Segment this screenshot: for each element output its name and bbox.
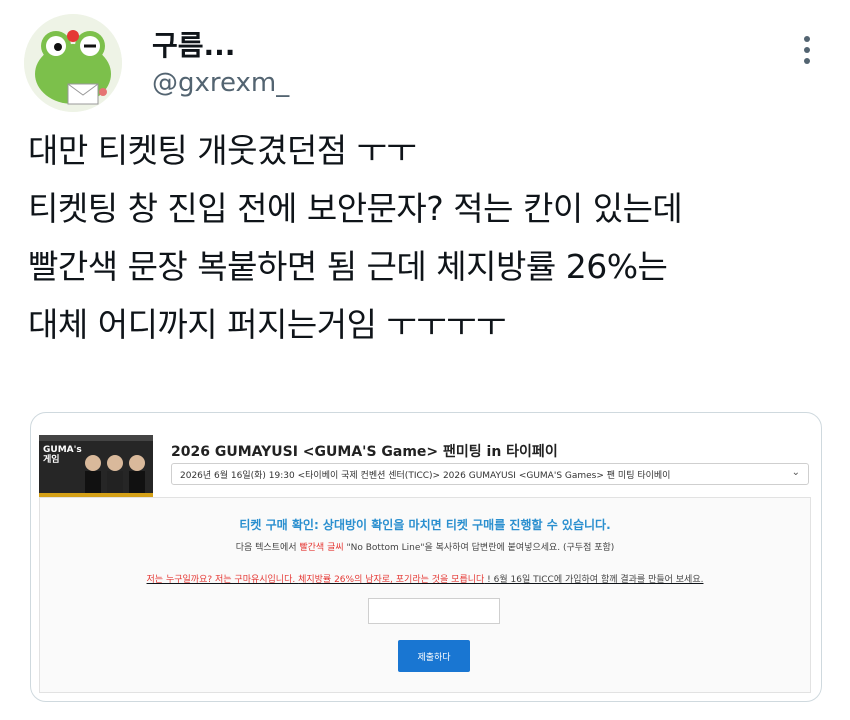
tweet-line: 티켓팅 창 진입 전에 보안문자? 적는 칸이 있는데 xyxy=(28,189,683,228)
user-handle[interactable]: @gxrexm_ xyxy=(152,68,289,98)
display-name[interactable]: 구름... xyxy=(152,24,235,64)
verification-panel: 티켓 구매 확인: 상대방이 확인을 마치면 티켓 구매를 진행할 수 있습니다… xyxy=(39,497,811,693)
chevron-down-icon: ⌄ xyxy=(791,467,800,478)
tweet-media-image[interactable]: GUMA's 게임 2026 GUMAYUSI <GUMA'S Game> 팬미… xyxy=(30,412,822,702)
instruction-red-text: 빨간색 글씨 xyxy=(299,543,344,553)
more-options-icon[interactable] xyxy=(800,36,814,80)
answer-input[interactable] xyxy=(368,598,500,624)
phrase-outro: ! 6월 16일 TICC에 가입하여 함께 결과를 만들어 보세요. xyxy=(484,575,704,585)
verification-phrase: 저는 누구일까요? 저는 구마유시입니다. 체지방률 26%의 남자로, 포기라… xyxy=(40,572,810,585)
event-date-select[interactable]: 2026년 6월 16일(화) 19:30 <타이베이 국제 컨벤션 센터(TI… xyxy=(171,463,809,485)
tweet-header: 구름... @gxrexm_ xyxy=(24,14,826,112)
frog-avatar-icon[interactable] xyxy=(24,14,122,112)
event-thumbnail: GUMA's 게임 xyxy=(39,435,153,501)
thumb-logo: GUMA's 게임 xyxy=(43,445,82,465)
tweet-line: 빨간색 문장 복붙하면 됨 근데 체지방률 26%는 xyxy=(28,247,668,286)
tweet-line: 대체 어디까지 퍼지는거임 ㅜㅜㅜㅜ xyxy=(28,305,506,344)
verification-title: 티켓 구매 확인: 상대방이 확인을 마치면 티켓 구매를 진행할 수 있습니다… xyxy=(239,518,611,532)
instruction-text-end: "No Bottom Line"을 복사하여 답변란에 붙여넣으세요. (구두점… xyxy=(343,543,615,553)
verification-instruction: 다음 텍스트에서 빨간색 글씨 "No Bottom Line"을 복사하여 답… xyxy=(40,540,810,553)
submit-button[interactable]: 제출하다 xyxy=(398,640,470,672)
tweet-text: 대만 티켓팅 개웃겼던점 ㅜㅜ 티켓팅 창 진입 전에 보안문자? 적는 칸이 … xyxy=(28,122,828,354)
instruction-text: 다음 텍스트에서 xyxy=(235,543,300,553)
phrase-red: 체지방률 26%의 남자로, 포기라는 것을 모릅니다 xyxy=(298,575,485,585)
event-select-value: 2026년 6월 16일(화) 19:30 <타이베이 국제 컨벤션 센터(TI… xyxy=(180,471,671,481)
event-title: 2026 GUMAYUSI <GUMA'S Game> 팬미팅 in 타이페이 xyxy=(171,444,558,460)
tweet-line: 대만 티켓팅 개웃겼던점 ㅜㅜ xyxy=(28,131,417,170)
phrase-intro: 저는 누구일까요? 저는 구마유시입니다. xyxy=(146,575,299,585)
